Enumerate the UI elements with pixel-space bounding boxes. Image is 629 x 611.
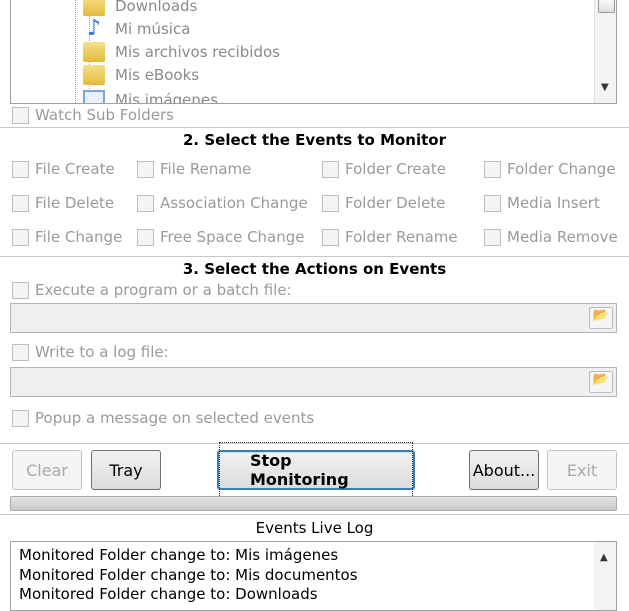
checkbox-label: Watch Sub Folders	[35, 106, 174, 124]
about-button[interactable]: About...	[469, 450, 539, 490]
checkbox-label: Folder Delete	[345, 194, 446, 212]
scroll-up-icon[interactable]: ▲	[600, 548, 608, 568]
actions-heading: 3. Select the Actions on Events	[182, 260, 447, 278]
checkbox-label: Media Insert	[507, 194, 600, 212]
tray-button[interactable]: Tray	[91, 450, 161, 490]
checkbox-label: Folder Rename	[345, 228, 458, 246]
checkbox-label: Media Remove	[507, 228, 618, 246]
checkbox-box	[484, 228, 501, 246]
checkbox-label: File Change	[35, 228, 123, 246]
browse-folder-icon[interactable]: 📂	[589, 371, 613, 393]
log-line: Monitored Folder change to: Mis document…	[19, 565, 358, 584]
checkbox-box	[12, 160, 29, 178]
checkbox-box	[322, 194, 339, 212]
music-icon: ♪	[86, 16, 102, 41]
event-checkbox-media-remove[interactable]: Media Remove	[484, 228, 618, 246]
event-checkbox-file-rename[interactable]: File Rename	[137, 160, 251, 178]
checkbox-box	[484, 160, 501, 178]
checkbox-box	[137, 194, 154, 212]
checkbox-label: Association Change	[160, 194, 308, 212]
tree-item-mis-ebooks[interactable]: Mis eBooks	[83, 64, 199, 86]
event-checkbox-folder-create[interactable]: Folder Create	[322, 160, 446, 178]
checkbox-box	[137, 160, 154, 178]
checkbox-label: Execute a program or a batch file:	[35, 281, 292, 299]
checkbox-box	[12, 228, 29, 246]
tree-scrollbar[interactable]: ▼	[594, 0, 616, 103]
checkbox-box	[322, 228, 339, 246]
tree-item-mi-musica[interactable]: ♪ Mi música	[83, 18, 190, 40]
stop-monitoring-button[interactable]: Stop Monitoring	[217, 442, 415, 498]
tree-item-label: Mis archivos recibidos	[115, 43, 280, 61]
event-checkbox-file-delete[interactable]: File Delete	[12, 194, 114, 212]
divider	[0, 514, 629, 516]
program-path-input[interactable]: 📂	[10, 303, 617, 333]
checkbox-box	[12, 106, 29, 124]
events-heading: 2. Select the Events to Monitor	[183, 131, 446, 149]
browse-folder-icon[interactable]: 📂	[589, 307, 613, 329]
event-checkbox-folder-change[interactable]: Folder Change	[484, 160, 616, 178]
checkbox-label: Folder Create	[345, 160, 446, 178]
tree-item-downloads[interactable]: Downloads	[83, 0, 197, 17]
write-log-checkbox[interactable]: Write to a log file:	[12, 343, 169, 361]
checkbox-box	[322, 160, 339, 178]
checkbox-label: Write to a log file:	[35, 343, 169, 361]
folder-icon	[83, 65, 105, 85]
log-path-input[interactable]: 📂	[10, 367, 617, 397]
watch-sub-folders-checkbox[interactable]: Watch Sub Folders	[12, 106, 174, 124]
tree-item-label: Mi música	[115, 20, 191, 38]
tree-item-mis-imagenes[interactable]: Mis imágenes	[83, 89, 218, 104]
event-checkbox-file-change[interactable]: File Change	[12, 228, 122, 246]
divider	[0, 127, 629, 129]
log-line: Monitored Folder change to: Mis imágenes	[19, 546, 339, 564]
event-checkbox-file-create[interactable]: File Create	[12, 160, 115, 178]
event-checkbox-association-change[interactable]: Association Change	[137, 194, 308, 212]
exit-button[interactable]: Exit	[547, 450, 617, 490]
divider	[0, 256, 629, 258]
event-checkbox-media-insert[interactable]: Media Insert	[484, 194, 600, 212]
execute-program-checkbox[interactable]: Execute a program or a batch file:	[12, 281, 292, 299]
checkbox-label: Folder Change	[507, 160, 616, 178]
live-log-list[interactable]: Monitored Folder change to: Mis imágenes…	[10, 541, 617, 611]
checkbox-box	[137, 228, 154, 246]
event-checkbox-free-space-change[interactable]: Free Space Change	[137, 228, 305, 246]
log-line: Monitored Folder change to: Downloads	[19, 585, 318, 603]
checkbox-label: File Delete	[35, 194, 115, 212]
checkbox-label: File Rename	[160, 160, 252, 178]
tree-item-label: Mis imágenes	[115, 91, 218, 104]
tree-item-label: Mis eBooks	[115, 66, 200, 84]
checkbox-label: Popup a message on selected events	[35, 409, 315, 427]
folder-icon	[83, 0, 105, 16]
checkbox-label: File Create	[35, 160, 115, 178]
checkbox-box	[12, 343, 29, 361]
checkbox-box	[12, 281, 29, 299]
checkbox-box	[484, 194, 501, 212]
scrollbar-thumb[interactable]	[598, 0, 615, 13]
event-checkbox-folder-rename[interactable]: Folder Rename	[322, 228, 458, 246]
live-log-heading: Events Live Log	[255, 519, 374, 537]
scroll-down-icon[interactable]: ▼	[601, 82, 609, 93]
event-checkbox-folder-delete[interactable]: Folder Delete	[322, 194, 445, 212]
progress-bar	[10, 496, 617, 511]
tree-item-mis-archivos-recibidos[interactable]: Mis archivos recibidos	[83, 41, 280, 63]
folder-tree[interactable]: Downloads ♪ Mi música Mis archivos recibi…	[10, 0, 617, 104]
checkbox-box	[12, 194, 29, 212]
tree-item-label: Downloads	[115, 0, 198, 15]
popup-message-checkbox[interactable]: Popup a message on selected events	[12, 409, 314, 427]
checkbox-label: Free Space Change	[160, 228, 305, 246]
checkbox-box	[12, 409, 29, 427]
folder-icon	[83, 42, 105, 62]
tree-line	[75, 0, 76, 103]
clear-button[interactable]: Clear	[12, 450, 82, 490]
pictures-folder-icon	[83, 90, 105, 103]
button-label: Stop Monitoring	[219, 442, 413, 498]
